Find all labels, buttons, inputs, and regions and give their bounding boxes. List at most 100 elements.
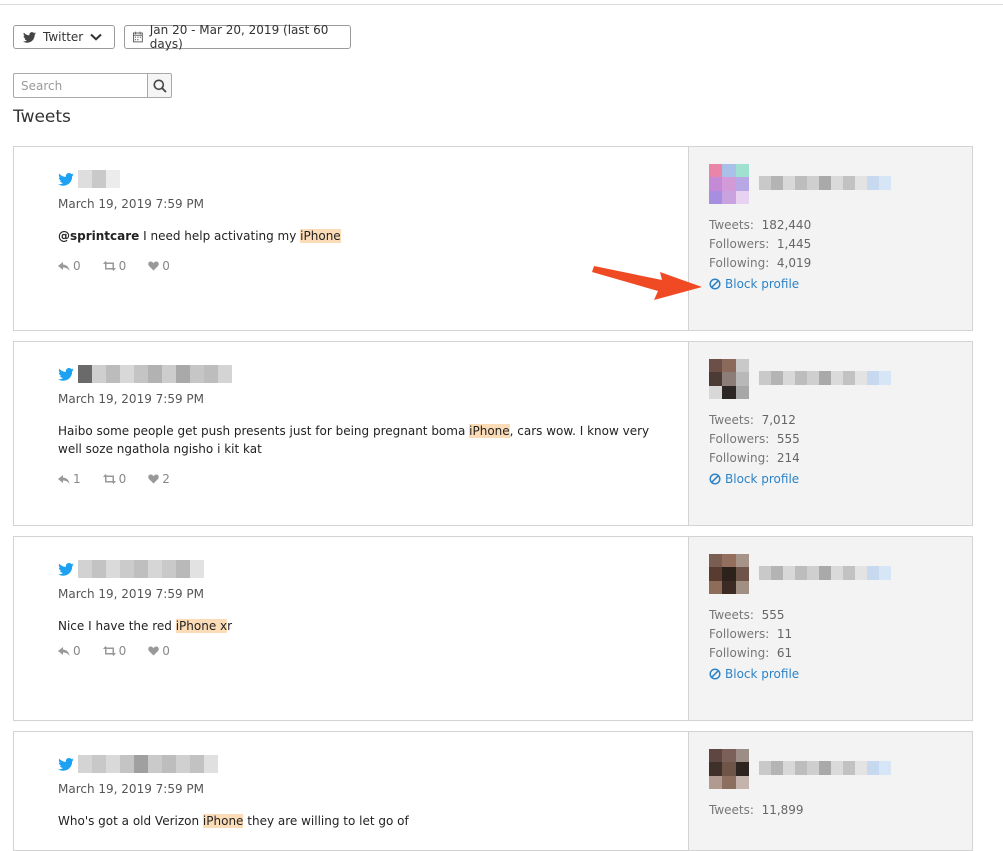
stat-tweets-value: 182,440 — [761, 218, 812, 232]
stat-tweets-value: 11,899 — [761, 803, 804, 817]
chevron-down-icon — [90, 33, 102, 41]
like-button[interactable]: 2 — [148, 472, 170, 486]
stat-following-label: Following: — [709, 451, 770, 465]
tweet-author — [58, 560, 204, 578]
network-dropdown[interactable]: Twitter — [13, 25, 115, 49]
stat-tweets: Tweets: 182,440 — [709, 216, 811, 235]
profile-stats: Tweets: 11,899 — [709, 801, 804, 820]
retweet-button[interactable]: 0 — [102, 472, 126, 486]
heart-icon — [148, 261, 160, 271]
like-button[interactable]: 0 — [148, 644, 170, 658]
twitter-bird-icon — [58, 562, 74, 576]
stat-following-label: Following: — [709, 646, 770, 660]
like-button[interactable]: 0 — [148, 259, 170, 273]
annotation-arrow — [592, 266, 702, 300]
tweet-mention[interactable]: @sprintcare — [58, 229, 139, 243]
stat-following-value: 61 — [776, 646, 793, 660]
block-profile-label: Block profile — [725, 472, 800, 486]
tweet-card: March 19, 2019 7:59 PM Haibo some people… — [13, 341, 973, 526]
stat-tweets-label: Tweets: — [709, 218, 754, 232]
search-button[interactable] — [147, 73, 172, 98]
profile-name-redacted — [759, 761, 891, 775]
tweet-text: Haibo some people get push presents just… — [58, 422, 658, 458]
profile-name-redacted — [759, 371, 891, 385]
stat-following: Following: 214 — [709, 449, 800, 468]
author-profile-panel: Tweets: 11,899 — [689, 732, 972, 850]
twitter-bird-icon — [58, 367, 74, 381]
search-bar — [13, 73, 172, 98]
filter-bar: Twitter Jan 20 - Mar 20, 2019 (last 60 d… — [13, 23, 351, 51]
stat-followers-value: 555 — [776, 432, 800, 446]
tweet-content: March 19, 2019 7:59 PM Who's got a old V… — [14, 732, 689, 850]
stat-following-label: Following: — [709, 256, 770, 270]
tweet-date: March 19, 2019 7:59 PM — [58, 587, 204, 601]
avatar — [709, 554, 749, 594]
profile-stats: Tweets: 182,440 Followers: 1,445 Followi… — [709, 216, 811, 273]
tweet-text-post: r — [227, 619, 233, 633]
block-profile-label: Block profile — [725, 667, 800, 681]
block-profile-link[interactable]: Block profile — [709, 472, 799, 486]
reply-count: 0 — [73, 259, 81, 273]
author-name-redacted — [78, 560, 204, 578]
stat-followers-value: 11 — [776, 627, 793, 641]
tweet-author — [58, 755, 218, 773]
retweet-button[interactable]: 0 — [102, 644, 127, 658]
stat-followers-label: Followers: — [709, 237, 770, 251]
reply-button[interactable]: 0 — [58, 644, 81, 658]
reply-count: 1 — [73, 472, 81, 486]
block-icon — [709, 278, 721, 290]
reply-count: 0 — [73, 644, 81, 658]
tweet-actions: 1 0 2 — [58, 472, 170, 486]
reply-icon — [58, 261, 70, 271]
tweet-text-pre: Nice I have the red — [58, 619, 176, 633]
author-name-redacted — [78, 365, 232, 383]
reply-button[interactable]: 0 — [58, 259, 81, 273]
stat-followers: Followers: 1,445 — [709, 235, 811, 254]
stat-tweets-label: Tweets: — [709, 608, 754, 622]
reply-icon — [58, 474, 70, 484]
tweet-content: March 19, 2019 7:59 PM Haibo some people… — [14, 342, 689, 525]
stat-following-value: 4,019 — [776, 256, 812, 270]
block-profile-link[interactable]: Block profile — [709, 667, 799, 681]
block-profile-label: Block profile — [725, 277, 800, 291]
like-count: 2 — [162, 472, 170, 486]
tweet-text-pre: I need help activating my — [139, 229, 301, 243]
like-count: 0 — [162, 259, 170, 273]
tweet-content: March 19, 2019 7:59 PM @sprintcare I nee… — [14, 147, 689, 330]
twitter-bird-icon — [58, 757, 74, 771]
retweet-icon — [102, 474, 116, 484]
tweet-card: March 19, 2019 7:59 PM Who's got a old V… — [13, 731, 973, 851]
stat-tweets-value: 7,012 — [761, 413, 796, 427]
stat-tweets-label: Tweets: — [709, 413, 754, 427]
reply-button[interactable]: 1 — [58, 472, 81, 486]
avatar — [709, 164, 749, 204]
stat-followers: Followers: 11 — [709, 625, 792, 644]
stat-tweets: Tweets: 555 — [709, 606, 792, 625]
stat-followers-value: 1,445 — [776, 237, 812, 251]
author-profile-panel: Tweets: 182,440 Followers: 1,445 Followi… — [689, 147, 972, 330]
keyword-highlight: iPhone — [300, 229, 341, 243]
stat-following: Following: 61 — [709, 644, 792, 663]
avatar — [709, 359, 749, 399]
search-input[interactable] — [13, 73, 147, 98]
tweet-content: March 19, 2019 7:59 PM Nice I have the r… — [14, 537, 689, 720]
heart-icon — [148, 646, 160, 656]
block-profile-link[interactable]: Block profile — [709, 277, 799, 291]
like-count: 0 — [162, 644, 170, 658]
tweet-date: March 19, 2019 7:59 PM — [58, 782, 204, 796]
top-divider — [0, 4, 1003, 5]
date-range-picker[interactable]: Jan 20 - Mar 20, 2019 (last 60 days) — [124, 23, 351, 51]
retweet-button[interactable]: 0 — [102, 259, 126, 273]
retweet-count: 0 — [118, 644, 127, 658]
calendar-icon — [133, 31, 143, 43]
keyword-highlight: iPhone — [469, 424, 510, 438]
search-icon — [153, 79, 167, 93]
twitter-bird-icon — [58, 172, 74, 186]
twitter-icon — [23, 31, 36, 43]
stat-followers-label: Followers: — [709, 432, 770, 446]
tweet-date: March 19, 2019 7:59 PM — [58, 392, 204, 406]
retweet-icon — [102, 261, 116, 271]
author-profile-panel: Tweets: 7,012 Followers: 555 Following: … — [689, 342, 972, 525]
tweet-text-pre: Haibo some people get push presents just… — [58, 424, 470, 438]
reply-icon — [58, 646, 70, 656]
